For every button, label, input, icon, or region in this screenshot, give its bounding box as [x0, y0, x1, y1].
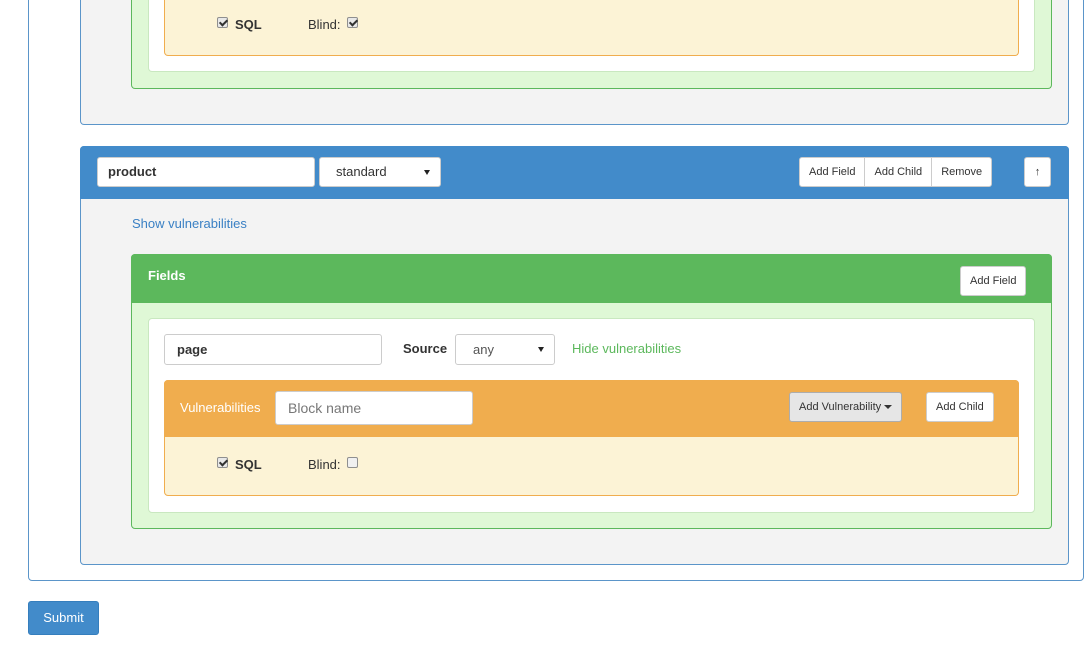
- vulnerabilities-add-child-button[interactable]: Add Child: [926, 392, 994, 422]
- select-caret-icon: [424, 170, 430, 175]
- block-type-value: standard: [336, 164, 387, 179]
- submit-button[interactable]: Submit: [28, 601, 99, 635]
- source-value: any: [473, 342, 494, 357]
- sql-checkbox[interactable]: [217, 457, 228, 468]
- fields-add-field-button[interactable]: Add Field: [960, 266, 1027, 296]
- field-name-input[interactable]: page: [164, 334, 382, 365]
- remove-button[interactable]: Remove: [931, 157, 993, 187]
- blind-label: Blind:: [308, 457, 341, 472]
- block-actions: Add Field Add Child Remove: [799, 157, 993, 187]
- sql-label: SQL: [235, 457, 262, 472]
- previous-sql-checkbox[interactable]: [217, 17, 228, 28]
- dropdown-caret-icon: [884, 405, 893, 410]
- blind-checkbox[interactable]: [347, 457, 358, 468]
- add-vulnerability-label: Add Vulnerability: [799, 401, 882, 413]
- block-name-field[interactable]: Block name: [275, 391, 473, 425]
- block-type-select[interactable]: standard: [319, 157, 441, 187]
- source-select[interactable]: any: [455, 334, 555, 365]
- vulnerabilities-label: Vulnerabilities: [180, 400, 261, 415]
- previous-blind-checkbox[interactable]: [347, 17, 358, 28]
- hide-vulnerabilities-link[interactable]: Hide vulnerabilities: [572, 341, 681, 356]
- add-vulnerability-button[interactable]: Add Vulnerability: [789, 392, 903, 422]
- add-field-button[interactable]: Add Field: [799, 157, 866, 187]
- previous-vulnerability-list: [164, 0, 1019, 56]
- previous-sql-label: SQL: [235, 17, 262, 32]
- show-vulnerabilities-link[interactable]: Show vulnerabilities: [132, 216, 247, 231]
- fields-header: [131, 254, 1052, 303]
- fields-title: Fields: [148, 268, 186, 283]
- select-caret-icon: [538, 347, 544, 352]
- block-name-input[interactable]: product: [97, 157, 315, 187]
- previous-blind-label: Blind:: [308, 17, 341, 32]
- move-up-button[interactable]: ↑: [1024, 157, 1051, 187]
- source-label: Source: [403, 341, 448, 356]
- add-child-button[interactable]: Add Child: [864, 157, 933, 187]
- arrow-up-icon: ↑: [1034, 166, 1041, 178]
